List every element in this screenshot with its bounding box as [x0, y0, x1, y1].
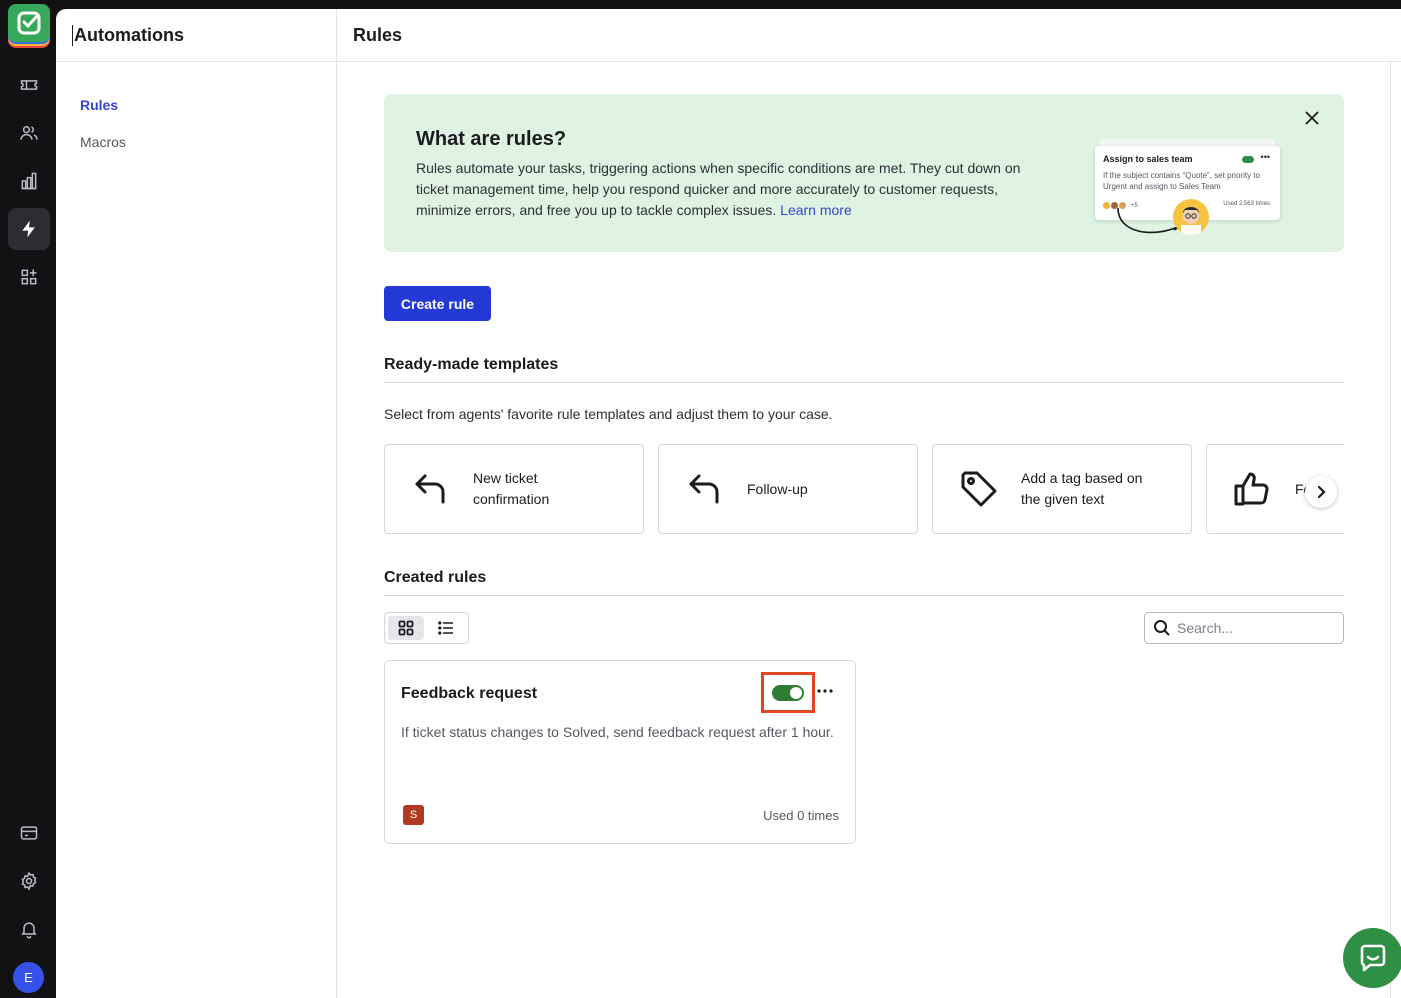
app-window: Automations Rules Macros Rules What are … — [56, 9, 1401, 998]
lightning-icon — [22, 220, 35, 238]
grid-icon — [398, 620, 414, 636]
create-rule-button[interactable]: Create rule — [384, 286, 491, 321]
close-banner-button[interactable] — [1300, 106, 1324, 130]
template-card[interactable]: Follow-up — [658, 444, 918, 534]
banner-title: What are rules? — [416, 128, 567, 150]
billing-nav[interactable] — [8, 812, 50, 854]
info-banner: What are rules? Rules automate your task… — [384, 94, 1344, 252]
page-title: Rules — [353, 24, 403, 45]
user-avatar[interactable]: E — [13, 962, 44, 993]
automations-nav[interactable] — [8, 208, 50, 250]
preview-more-icon: ••• — [1260, 152, 1270, 162]
chevron-right-icon — [1317, 485, 1326, 499]
rule-enabled-toggle[interactable] — [772, 685, 804, 701]
chat-widget-button[interactable] — [1343, 928, 1401, 988]
tag-icon — [961, 471, 997, 507]
view-toggle — [384, 612, 469, 644]
ticket-icon — [20, 80, 38, 90]
tickets-nav[interactable] — [8, 64, 50, 106]
rule-title: Feedback request — [401, 685, 538, 702]
rule-usage: Used 0 times — [763, 808, 839, 823]
subnav-header: Automations — [56, 9, 336, 62]
bar-chart-icon — [21, 172, 37, 190]
grid-view-button[interactable] — [388, 616, 424, 640]
users-icon — [20, 125, 38, 140]
settings-nav[interactable] — [8, 860, 50, 902]
learn-more-link[interactable]: Learn more — [780, 202, 852, 218]
divider — [384, 595, 1344, 596]
carousel-next-button[interactable] — [1305, 476, 1337, 508]
toggle-knob — [790, 687, 802, 699]
page-header: Rules — [337, 9, 1401, 62]
created-rules-title: Created rules — [384, 569, 487, 586]
preview-description: If the subject contains “Quote”, set pri… — [1103, 171, 1260, 191]
rule-card[interactable]: Feedback request If ticket status change… — [384, 660, 856, 844]
template-label: Add a tag based on the given text — [1021, 470, 1143, 507]
subnav-item-macros[interactable]: Macros — [80, 134, 126, 150]
search-icon — [1154, 620, 1170, 636]
reply-arrow-icon — [689, 474, 719, 504]
main-content: Rules What are rules? Rules automate you… — [337, 9, 1401, 998]
preview-used: Used 2,563 times — [1223, 201, 1270, 207]
automations-subnav: Automations Rules Macros — [56, 9, 337, 998]
bell-icon — [21, 922, 37, 939]
rule-author-avatar: S — [403, 805, 424, 825]
apps-nav[interactable] — [8, 256, 50, 298]
close-icon — [1305, 111, 1319, 125]
subnav-item-rules[interactable]: Rules — [80, 97, 118, 113]
list-icon — [438, 621, 453, 635]
notifications-nav[interactable] — [8, 908, 50, 950]
app-logo[interactable] — [8, 4, 50, 50]
rule-more-button[interactable] — [815, 681, 835, 701]
search-box — [1144, 612, 1344, 644]
more-horizontal-icon — [817, 689, 833, 693]
banner-text: Rules automate your tasks, triggering ac… — [416, 158, 1026, 221]
icon-rail: E — [0, 0, 56, 998]
customers-nav[interactable] — [8, 112, 50, 154]
thumbs-up-icon — [1234, 472, 1269, 506]
reply-arrow-icon — [415, 474, 445, 504]
list-view-button[interactable] — [428, 616, 464, 640]
subnav-title: Automations — [72, 24, 184, 46]
credit-card-icon — [20, 826, 38, 840]
template-card[interactable]: New ticket confirmation — [384, 444, 644, 534]
search-input[interactable] — [1177, 620, 1337, 636]
person-illustration — [1173, 199, 1209, 235]
reports-nav[interactable] — [8, 160, 50, 202]
templates-carousel: New ticket confirmation Follow-up Add a … — [384, 444, 1344, 534]
templates-section-title: Ready-made templates — [384, 356, 559, 373]
gear-icon — [21, 871, 37, 891]
banner-description: Rules automate your tasks, triggering ac… — [416, 160, 1021, 218]
scrollbar[interactable] — [1390, 62, 1391, 998]
divider — [384, 382, 1344, 383]
templates-description: Select from agents' favorite rule templa… — [384, 406, 833, 422]
template-label: Follow-up — [747, 480, 808, 497]
template-label: New ticket confirmation — [473, 470, 550, 507]
apps-grid-icon — [21, 269, 37, 285]
chat-icon — [1360, 944, 1386, 972]
template-card[interactable]: Add a tag based on the given text — [932, 444, 1192, 534]
rule-description: If ticket status changes to Solved, send… — [401, 724, 834, 740]
preview-toggle — [1242, 156, 1254, 163]
